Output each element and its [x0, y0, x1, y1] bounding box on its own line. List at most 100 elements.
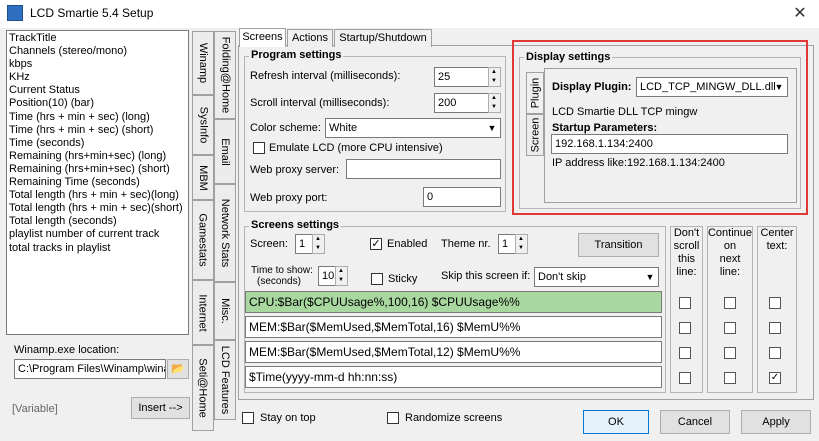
list-item[interactable]: Total length (hrs + min + sec)(long): [9, 189, 186, 202]
dont-scroll-checkbox-1[interactable]: [679, 297, 691, 309]
vtab-folding-at-home[interactable]: Folding@Home: [214, 31, 236, 119]
list-item[interactable]: Total length (seconds): [9, 215, 186, 228]
vtab-email[interactable]: Email: [214, 119, 236, 184]
time-to-show-unit: (seconds): [257, 276, 301, 287]
variables-list[interactable]: TrackTitle Channels (stereo/mono) kbps K…: [6, 30, 189, 335]
cancel-button[interactable]: Cancel: [660, 410, 730, 434]
folder-icon: 📂: [171, 363, 185, 375]
screen-line-3[interactable]: MEM:$Bar($MemUsed,$MemTotal,12) $MemU%%: [245, 341, 662, 363]
vtab-seti-at-home[interactable]: Seti@Home: [192, 345, 214, 431]
color-scheme-select[interactable]: White ▼: [325, 118, 501, 138]
refresh-interval-input[interactable]: 25: [434, 67, 501, 87]
vtab-misc[interactable]: Misc.: [214, 282, 236, 340]
continue-checkbox-1[interactable]: [724, 297, 736, 309]
display-plugin-label: Display Plugin:: [552, 81, 632, 93]
stay-on-top-checkbox[interactable]: [242, 412, 254, 424]
refresh-interval-label: Refresh interval (milliseconds):: [250, 70, 401, 82]
tab-plugin[interactable]: Plugin: [526, 72, 544, 114]
list-item[interactable]: Remaining (hrs+min+sec) (long): [9, 150, 186, 163]
screen-spinner-icon[interactable]: [312, 234, 325, 254]
center-checkbox-2[interactable]: [769, 322, 781, 334]
enabled-checkbox[interactable]: ✓: [370, 238, 382, 250]
list-item[interactable]: TrackTitle: [9, 32, 186, 45]
sticky-checkbox[interactable]: [371, 273, 383, 285]
theme-label: Theme nr.: [441, 238, 491, 250]
tab-startup-shutdown[interactable]: Startup/Shutdown: [334, 29, 432, 47]
continue-header: Continue on next line:: [707, 227, 753, 278]
ip-address-hint: IP address like:192.168.1.134:2400: [552, 157, 725, 169]
list-item[interactable]: Current Status: [9, 84, 186, 97]
sticky-label: Sticky: [388, 273, 418, 285]
continue-checkbox-4[interactable]: [724, 372, 736, 384]
continue-checkbox-3[interactable]: [724, 347, 736, 359]
list-item[interactable]: Time (seconds): [9, 137, 186, 150]
insert-button[interactable]: Insert -->: [131, 397, 190, 419]
randomize-screens-checkbox[interactable]: [387, 412, 399, 424]
list-item[interactable]: KHz: [9, 71, 186, 84]
time-to-show-input[interactable]: 10: [318, 266, 348, 286]
list-item[interactable]: kbps: [9, 58, 186, 71]
screen-line-2[interactable]: MEM:$Bar($MemUsed,$MemTotal,16) $MemU%%: [245, 316, 662, 338]
list-item[interactable]: Remaining Time (seconds): [9, 176, 186, 189]
proxy-server-input[interactable]: [346, 159, 501, 179]
center-checkbox-1[interactable]: [769, 297, 781, 309]
window-title: LCD Smartie 5.4 Setup: [30, 6, 154, 20]
list-item[interactable]: Total length (hrs + min + sec)(short): [9, 202, 186, 215]
screens-settings-title: Screens settings: [249, 219, 342, 231]
center-checkbox-3[interactable]: [769, 347, 781, 359]
skip-screen-select[interactable]: Don't skip ▼: [534, 267, 659, 287]
dont-scroll-checkbox-2[interactable]: [679, 322, 691, 334]
plugin-description: LCD Smartie DLL TCP mingw: [552, 106, 698, 118]
refresh-spinner-icon[interactable]: [488, 67, 501, 87]
scroll-spinner-icon[interactable]: [488, 93, 501, 113]
screen-line-1[interactable]: CPU:$Bar($CPUUsage%,100,16) $CPUUsage%%: [245, 291, 662, 313]
time-to-show-label: Time to show:: [251, 265, 313, 276]
vtab-winamp[interactable]: Winamp: [192, 31, 214, 95]
list-item[interactable]: Remaining (hrs+min+sec) (short): [9, 163, 186, 176]
tab-screen[interactable]: Screen: [526, 114, 544, 156]
screen-number-input[interactable]: 1: [295, 234, 325, 254]
tab-actions[interactable]: Actions: [287, 29, 333, 47]
theme-number-input[interactable]: 1: [498, 234, 528, 254]
list-item[interactable]: playlist number of current track: [9, 228, 186, 241]
vtab-gamestats[interactable]: Gamestats: [192, 200, 214, 280]
title-bar: LCD Smartie 5.4 Setup ✕: [0, 0, 819, 28]
list-item[interactable]: Time (hrs + min + sec) (long): [9, 111, 186, 124]
app-icon: [7, 5, 23, 21]
center-checkbox-4[interactable]: ✓: [769, 372, 781, 384]
ok-button[interactable]: OK: [583, 410, 649, 434]
theme-spinner-icon[interactable]: [515, 234, 528, 254]
dont-scroll-header: Don't scroll this line:: [673, 227, 700, 278]
winamp-location-input[interactable]: C:\Program Files\Winamp\winamp.exe: [14, 359, 166, 379]
list-item[interactable]: Channels (stereo/mono): [9, 45, 186, 58]
display-plugin-select[interactable]: LCD_TCP_MINGW_DLL.dll ▼: [636, 77, 788, 97]
vtab-lcd-features[interactable]: LCD Features: [214, 340, 236, 420]
color-scheme-label: Color scheme:: [250, 122, 321, 134]
display-settings-title: Display settings: [524, 51, 613, 63]
dont-scroll-checkbox-4[interactable]: [679, 372, 691, 384]
apply-button[interactable]: Apply: [741, 410, 811, 434]
vtab-sysinfo[interactable]: SysInfo: [192, 95, 214, 155]
emulate-lcd-label: Emulate LCD (more CPU intensive): [269, 142, 443, 154]
proxy-port-input[interactable]: 0: [423, 187, 501, 207]
vtab-mbm[interactable]: MBM: [192, 155, 214, 200]
tab-screens[interactable]: Screens: [239, 28, 286, 47]
close-icon[interactable]: ✕: [788, 4, 812, 24]
transition-button[interactable]: Transition: [578, 233, 659, 257]
browse-folder-button[interactable]: 📂: [167, 359, 189, 379]
vtab-internet[interactable]: Internet: [192, 280, 214, 345]
time-spinner-icon[interactable]: [335, 266, 348, 286]
list-item[interactable]: Position(10) (bar): [9, 97, 186, 110]
dont-scroll-checkbox-3[interactable]: [679, 347, 691, 359]
list-item[interactable]: total tracks in playlist: [9, 242, 186, 255]
emulate-lcd-checkbox[interactable]: [253, 142, 265, 154]
screen-line-4[interactable]: $Time(yyyy-mm-d hh:nn:ss): [245, 366, 662, 388]
vtab-network-stats[interactable]: Network Stats: [214, 184, 236, 282]
list-item[interactable]: Time (hrs + min + sec) (short): [9, 124, 186, 137]
scroll-interval-input[interactable]: 200: [434, 93, 501, 113]
stay-on-top-label: Stay on top: [260, 412, 316, 424]
continue-checkbox-2[interactable]: [724, 322, 736, 334]
skip-screen-label: Skip this screen if:: [441, 270, 531, 282]
winamp-location-label: Winamp.exe location:: [14, 344, 120, 356]
startup-parameters-input[interactable]: 192.168.1.134:2400: [551, 134, 788, 154]
